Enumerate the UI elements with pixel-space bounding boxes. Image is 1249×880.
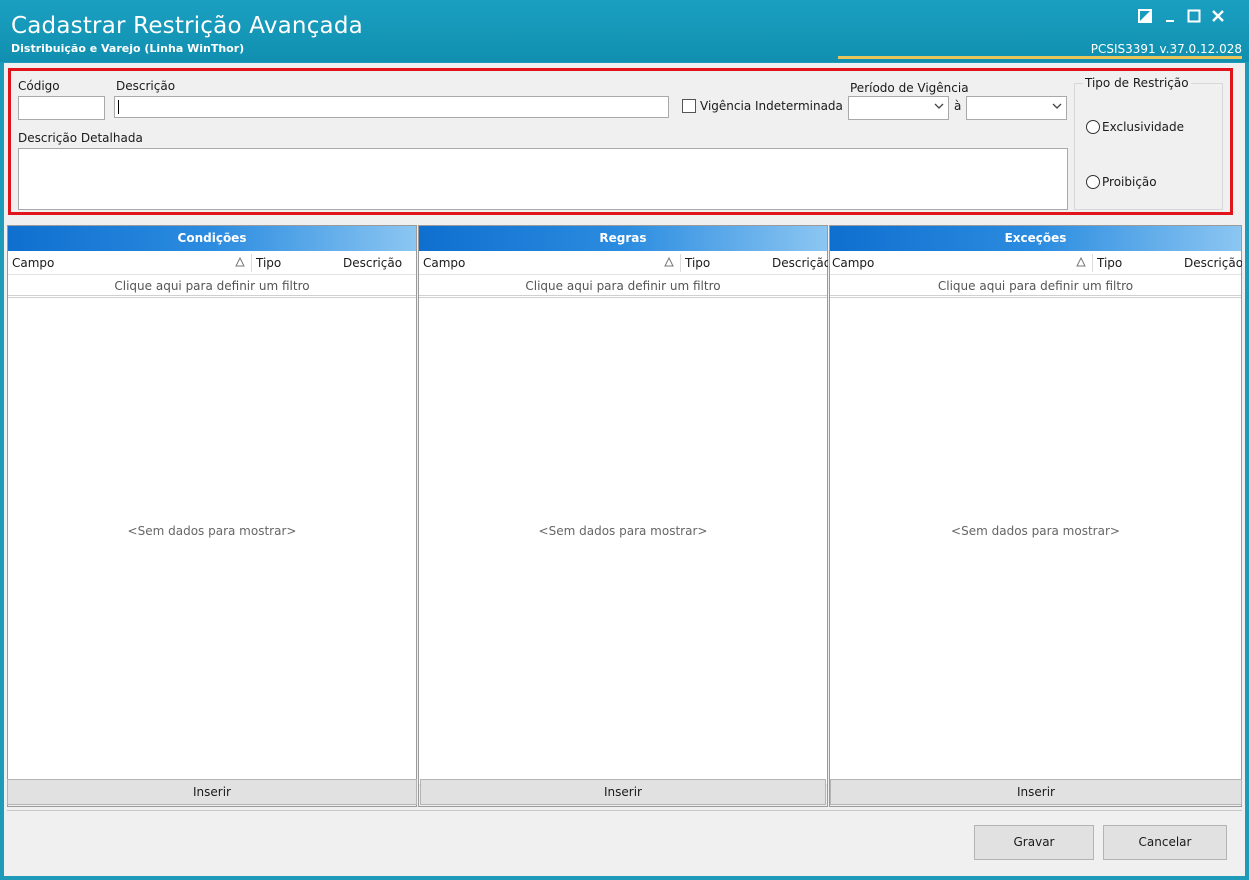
tipo-restricao-group <box>1074 83 1223 210</box>
excecoes-insert-button[interactable]: Inserir <box>830 779 1242 805</box>
exclusividade-label[interactable]: Exclusividade <box>1102 120 1184 134</box>
excecoes-grid: Exceções Campo Tipo Descrição Clique aqu… <box>829 225 1242 807</box>
maximize-icon[interactable] <box>1182 4 1206 28</box>
column-divider <box>251 254 252 272</box>
codigo-label: Código <box>18 79 60 93</box>
column-header-descricao[interactable]: Descrição <box>772 256 828 270</box>
filter-row[interactable]: Clique aqui para definir um filtro <box>419 276 827 298</box>
column-header-tipo[interactable]: Tipo <box>256 256 281 270</box>
proibicao-radio[interactable] <box>1086 175 1100 189</box>
codigo-field[interactable] <box>18 96 105 120</box>
descricao-detalhada-label: Descrição Detalhada <box>18 131 143 145</box>
condicoes-grid: Condições Campo Tipo Descrição Clique aq… <box>7 225 417 807</box>
chevron-down-icon <box>934 103 944 109</box>
version-label: PCSIS3391 v.37.0.12.028 <box>1090 42 1242 56</box>
sort-ascending-icon <box>235 257 245 267</box>
restore-icon[interactable] <box>1133 4 1157 28</box>
filter-row[interactable]: Clique aqui para definir um filtro <box>8 276 416 298</box>
excecoes-column-header-row: Campo Tipo Descrição <box>830 251 1242 275</box>
restriction-form-panel: Código Descrição Vigência Indeterminada … <box>8 68 1233 215</box>
application-window: Cadastrar Restrição Avançada Distribuiçã… <box>0 0 1249 880</box>
window-title: Cadastrar Restrição Avançada <box>11 13 363 39</box>
column-header-tipo[interactable]: Tipo <box>1097 256 1122 270</box>
footer-divider <box>7 810 1242 811</box>
periodo-fim-date-picker[interactable] <box>966 96 1067 120</box>
column-divider <box>1092 254 1093 272</box>
filter-row[interactable]: Clique aqui para definir um filtro <box>830 276 1241 298</box>
condicoes-grid-title: Condições <box>8 226 416 251</box>
vigencia-indeterminada-label[interactable]: Vigência Indeterminada <box>700 99 843 113</box>
vigencia-indeterminada-checkbox[interactable] <box>682 99 696 113</box>
empty-grid-message: <Sem dados para mostrar> <box>951 524 1120 538</box>
column-header-descricao[interactable]: Descrição <box>1184 256 1242 270</box>
condicoes-column-header-row: Campo Tipo Descrição <box>8 251 416 275</box>
title-bar[interactable]: Cadastrar Restrição Avançada Distribuiçã… <box>0 0 1249 62</box>
column-header-campo[interactable]: Campo <box>12 256 54 270</box>
column-header-descricao[interactable]: Descrição <box>343 256 402 270</box>
excecoes-grid-title: Exceções <box>830 226 1241 251</box>
exclusividade-radio[interactable] <box>1086 120 1100 134</box>
cancel-button[interactable]: Cancelar <box>1103 825 1227 860</box>
regras-insert-button[interactable]: Inserir <box>420 779 826 805</box>
condicoes-insert-button[interactable]: Inserir <box>7 779 417 805</box>
periodo-vigencia-label: Período de Vigência <box>850 81 969 95</box>
empty-grid-message: <Sem dados para mostrar> <box>127 524 297 538</box>
column-header-campo[interactable]: Campo <box>423 256 465 270</box>
regras-grid-title: Regras <box>419 226 827 251</box>
chevron-down-icon <box>1052 103 1062 109</box>
empty-grid-message: <Sem dados para mostrar> <box>538 524 708 538</box>
close-icon[interactable] <box>1206 4 1230 28</box>
periodo-separator: à <box>954 99 962 113</box>
tipo-restricao-label: Tipo de Restrição <box>1083 76 1191 90</box>
window-client-area: Código Descrição Vigência Indeterminada … <box>4 63 1245 876</box>
save-button[interactable]: Gravar <box>974 825 1094 860</box>
column-header-tipo[interactable]: Tipo <box>685 256 710 270</box>
window-subtitle: Distribuição e Varejo (Linha WinThor) <box>11 42 245 55</box>
sort-ascending-icon <box>1076 257 1086 267</box>
text-cursor <box>118 100 119 114</box>
periodo-inicio-date-picker[interactable] <box>848 96 949 120</box>
title-accent-line <box>838 56 1242 59</box>
proibicao-label[interactable]: Proibição <box>1102 175 1157 189</box>
minimize-icon[interactable] <box>1158 4 1182 28</box>
sort-ascending-icon <box>664 257 674 267</box>
column-divider <box>680 254 681 272</box>
descricao-label: Descrição <box>116 79 176 93</box>
descricao-field[interactable] <box>114 96 669 118</box>
descricao-detalhada-textarea[interactable] <box>18 148 1068 210</box>
regras-grid: Regras Campo Tipo Descrição Clique aqui … <box>418 225 828 807</box>
regras-column-header-row: Campo Tipo Descrição <box>419 251 828 275</box>
column-header-campo[interactable]: Campo <box>832 256 874 270</box>
